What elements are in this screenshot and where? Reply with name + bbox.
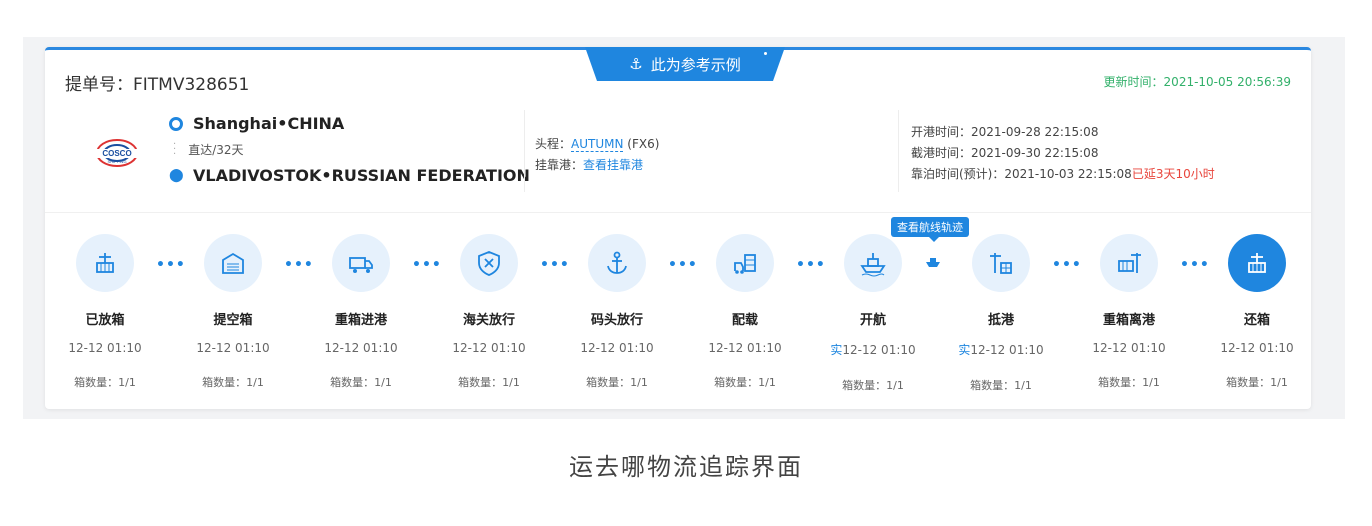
berth-time: 靠泊时间(预计)：2021-10-03 22:15:08: [911, 167, 1132, 181]
origin-pin-icon: [169, 116, 183, 131]
container-count: 箱数量：1/1: [714, 376, 776, 389]
step-time-value: 12-12 01:10: [708, 341, 782, 355]
port-times: 开港时间：2021-09-28 22:15:08 截港时间：2021-09-30…: [911, 122, 1215, 185]
step-label: 海关放行: [462, 313, 515, 328]
step-label: 开航: [859, 313, 886, 328]
container-count: 箱数量：1/1: [458, 376, 520, 389]
route-info: Shanghai•CHINA · · · 直达/32天 ⬤ VLADIVOSTOK•…: [169, 114, 530, 185]
first-leg-vessel-link[interactable]: AUTUMN: [571, 137, 624, 152]
destination-port: VLADIVOSTOK•RUSSIAN FEDERATION: [193, 166, 530, 185]
container-return-icon: [1228, 234, 1286, 292]
ship-icon: [844, 234, 902, 292]
tracking-step: 开航实12-12 01:10 箱数量：1/1: [813, 234, 933, 393]
step-time: 实12-12 01:10: [813, 341, 933, 358]
svg-text:SHIPPING: SHIPPING: [107, 159, 126, 164]
transit-info: 直达/32天: [188, 143, 244, 157]
step-time: 12-12 01:10: [429, 341, 549, 355]
voyage-info: 头程：AUTUMN (FX6) 挂靠港：查看挂靠港: [535, 134, 659, 176]
tracking-panel: ⚓ 此为参考示例 提单号：FITMV328651 更新时间：2021-10-05…: [23, 37, 1345, 419]
step-time: 12-12 01:10: [173, 341, 293, 355]
tracking-step: 重箱进港 12-12 01:10 箱数量：1/1: [301, 234, 421, 390]
view-ports-link[interactable]: 查看挂靠港: [583, 158, 643, 172]
tracking-step: 已放箱 12-12 01:10 箱数量：1/1: [45, 234, 165, 390]
divider: [524, 110, 525, 192]
tracking-step: 配载 12-12 01:10 箱数量：1/1: [685, 234, 805, 390]
port-crane-icon: [972, 234, 1030, 292]
tracking-step: 海关放行 12-12 01:10 箱数量：1/1: [429, 234, 549, 390]
step-time: 12-12 01:10: [1069, 341, 1189, 355]
container-count: 箱数量：1/1: [1226, 376, 1288, 389]
first-leg-code: (FX6): [627, 137, 660, 151]
step-label: 已放箱: [85, 313, 125, 328]
shipment-card: ⚓ 此为参考示例 提单号：FITMV328651 更新时间：2021-10-05…: [45, 47, 1311, 409]
step-time: 12-12 01:10: [301, 341, 421, 355]
tracking-step: 提空箱 12-12 01:10 箱数量：1/1: [173, 234, 293, 390]
port-label: 挂靠港：: [535, 158, 584, 172]
step-time: 12-12 01:10: [45, 341, 165, 355]
step-label: 重箱进港: [334, 313, 387, 328]
step-label: 提空箱: [213, 313, 253, 328]
step-time: 12-12 01:10: [685, 341, 805, 355]
customs-shield-icon: [460, 234, 518, 292]
container-count: 箱数量：1/1: [586, 376, 648, 389]
sample-banner: ⚓ 此为参考示例: [585, 47, 785, 81]
loading-icon: [716, 234, 774, 292]
anchor-icon: [588, 234, 646, 292]
tracking-step: 码头放行 12-12 01:10 箱数量：1/1: [557, 234, 677, 390]
step-time-value: 12-12 01:10: [68, 341, 142, 355]
tracking-step: 重箱离港 12-12 01:10 箱数量：1/1: [1069, 234, 1189, 390]
caption: 运去哪物流追踪界面: [569, 453, 803, 481]
tracking-step: 抵港实12-12 01:10 箱数量：1/1: [941, 234, 1061, 393]
current-ship-icon: [926, 258, 940, 267]
step-time: 12-12 01:10: [557, 341, 677, 355]
divider: [45, 212, 1311, 213]
step-label: 配载: [731, 313, 758, 328]
container-crane-icon: [76, 234, 134, 292]
banner-dot-icon: [764, 52, 767, 55]
route-dots-icon: · · ·: [173, 139, 177, 160]
step-time-value: 12-12 01:10: [452, 341, 526, 355]
step-time: 12-12 01:10: [1197, 341, 1317, 355]
step-time-value: 12-12 01:10: [1220, 341, 1294, 355]
open-time: 开港时间：2021-09-28 22:15:08: [911, 125, 1099, 139]
cutoff-time: 截港时间：2021-09-30 22:15:08: [911, 146, 1099, 160]
container-count: 箱数量：1/1: [842, 379, 904, 392]
first-leg-label: 头程：: [535, 137, 572, 151]
truck-icon: [332, 234, 390, 292]
delay-badge: 已延3天10小时: [1131, 167, 1215, 181]
destination-pin-icon: ⬤: [169, 168, 184, 183]
container-count: 箱数量：1/1: [1098, 376, 1160, 389]
container-count: 箱数量：1/1: [970, 379, 1032, 392]
sample-banner-label: 此为参考示例: [650, 55, 741, 74]
step-label: 重箱离港: [1102, 313, 1155, 328]
container-count: 箱数量：1/1: [74, 376, 136, 389]
anchor-icon: ⚓: [629, 55, 643, 73]
step-time: 实12-12 01:10: [941, 341, 1061, 358]
step-time-value: 12-12 01:10: [1092, 341, 1166, 355]
svg-text:COSCO: COSCO: [102, 149, 131, 158]
update-time: 更新时间：2021-10-05 20:56:39: [1103, 75, 1291, 89]
step-time-value: 12-12 01:10: [324, 341, 398, 355]
step-time-value: 12-12 01:10: [842, 343, 916, 357]
container-departure-icon: [1100, 234, 1158, 292]
tracking-step: 还箱 12-12 01:10 箱数量：1/1: [1197, 234, 1317, 390]
bill-of-lading-number: 提单号：FITMV328651: [65, 75, 250, 95]
step-time-value: 12-12 01:10: [580, 341, 654, 355]
actual-marker: 实: [830, 343, 843, 357]
cosco-logo: COSCO SHIPPING: [95, 139, 139, 167]
origin-port: Shanghai•CHINA: [193, 114, 345, 133]
step-time-value: 12-12 01:10: [196, 341, 270, 355]
container-count: 箱数量：1/1: [202, 376, 264, 389]
step-label: 码头放行: [590, 313, 643, 328]
step-label: 还箱: [1243, 313, 1270, 328]
warehouse-icon: [204, 234, 262, 292]
step-label: 抵港: [987, 313, 1014, 328]
container-count: 箱数量：1/1: [330, 376, 392, 389]
step-time-value: 12-12 01:10: [970, 343, 1044, 357]
divider: [898, 110, 899, 192]
actual-marker: 实: [958, 343, 971, 357]
